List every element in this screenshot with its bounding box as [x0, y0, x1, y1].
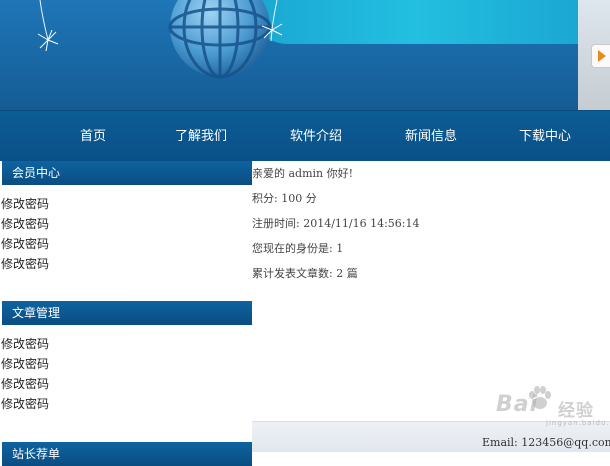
nav-item-about[interactable]: 了解我们 [175, 111, 227, 161]
nav-item-software[interactable]: 软件介绍 [290, 111, 342, 161]
main-nav: 首页 了解我们 软件介绍 新闻信息 下载中心 [0, 110, 610, 161]
baidu-paw-icon [529, 386, 551, 409]
sidebar-link-change-password[interactable]: 修改密码 [1, 254, 251, 274]
sidebar-header-recommend: 站长荐单 [2, 442, 252, 466]
nav-item-news[interactable]: 新闻信息 [405, 111, 457, 161]
footer-email: Email: 123456@qq.com E [482, 436, 610, 449]
member-menu: 修改密码 修改密码 修改密码 修改密码 [1, 194, 251, 274]
nav-item-download[interactable]: 下载中心 [519, 111, 571, 161]
sidebar-link-change-password[interactable]: 修改密码 [1, 394, 251, 414]
sidebar-link-change-password[interactable]: 修改密码 [1, 334, 251, 354]
watermark-suffix: 经验 [558, 401, 594, 421]
watermark: Bai 经验 jingyan.baidu.com [496, 384, 610, 427]
watermark-sub: jingyan.baidu.com [546, 419, 610, 427]
register-time-text: 注册时间: 2014/11/16 14:56:14 [252, 217, 420, 230]
sidebar-link-change-password[interactable]: 修改密码 [1, 374, 251, 394]
greeting-text: 亲爱的 admin 你好! [252, 167, 354, 180]
dandelion-icon [37, 0, 59, 52]
member-info-panel: 亲爱的 admin 你好! 积分: 100 分 注册时间: 2014/11/16… [252, 161, 610, 421]
header-banner [0, 0, 610, 110]
sidebar-header-articles: 文章管理 [2, 301, 252, 325]
sidebar: 会员中心 修改密码 修改密码 修改密码 修改密码 文章管理 修改密码 修改密码 … [0, 161, 252, 466]
sidebar-link-change-password[interactable]: 修改密码 [1, 354, 251, 374]
sidebar-link-change-password[interactable]: 修改密码 [1, 194, 251, 214]
sidebar-link-change-password[interactable]: 修改密码 [1, 214, 251, 234]
nav-item-home[interactable]: 首页 [80, 111, 106, 161]
article-count-text: 累计发表文章数: 2 篇 [252, 267, 358, 280]
next-arrow-icon [598, 50, 606, 62]
identity-text: 您现在的身份是: 1 [252, 242, 344, 255]
sidebar-header-member: 会员中心 [2, 161, 252, 185]
next-arrow-button[interactable] [591, 44, 610, 68]
banner-sky-band [248, 0, 578, 44]
article-menu: 修改密码 修改密码 修改密码 修改密码 [1, 334, 251, 414]
points-text: 积分: 100 分 [252, 192, 317, 205]
sidebar-link-change-password[interactable]: 修改密码 [1, 234, 251, 254]
dandelion-icon [261, 0, 283, 42]
